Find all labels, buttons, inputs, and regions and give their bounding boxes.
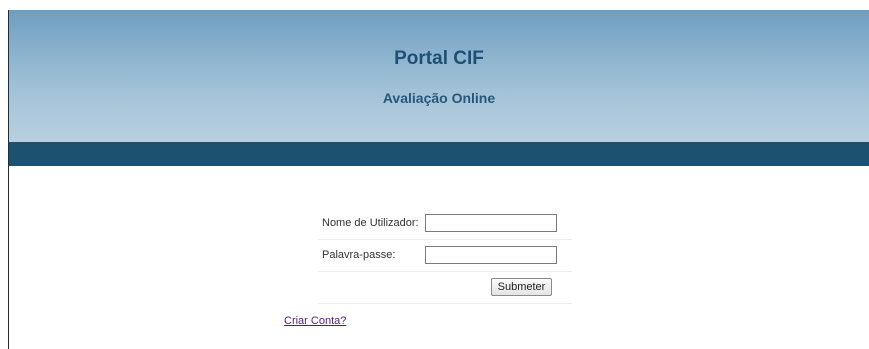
username-input[interactable]: [425, 214, 557, 232]
password-label: Palavra-passe:: [322, 249, 396, 261]
portal-subtitle: Avaliação Online: [382, 90, 496, 106]
create-account-link[interactable]: Criar Conta?: [284, 315, 346, 327]
login-form: Nome de Utilizador: Palavra-passe: Subme…: [318, 208, 572, 304]
password-row: Palavra-passe:: [318, 240, 572, 272]
submit-row: Submeter: [318, 272, 572, 304]
header-banner: Portal CIF Avaliação Online: [9, 10, 869, 142]
password-input[interactable]: [425, 246, 557, 264]
portal-title: Portal CIF: [394, 48, 484, 69]
username-label: Nome de Utilizador:: [322, 217, 419, 229]
header-band: [9, 142, 869, 166]
submit-button[interactable]: Submeter: [491, 278, 552, 296]
username-row: Nome de Utilizador:: [318, 208, 572, 240]
page: Portal CIF Avaliação Online Nome de Util…: [0, 0, 869, 349]
